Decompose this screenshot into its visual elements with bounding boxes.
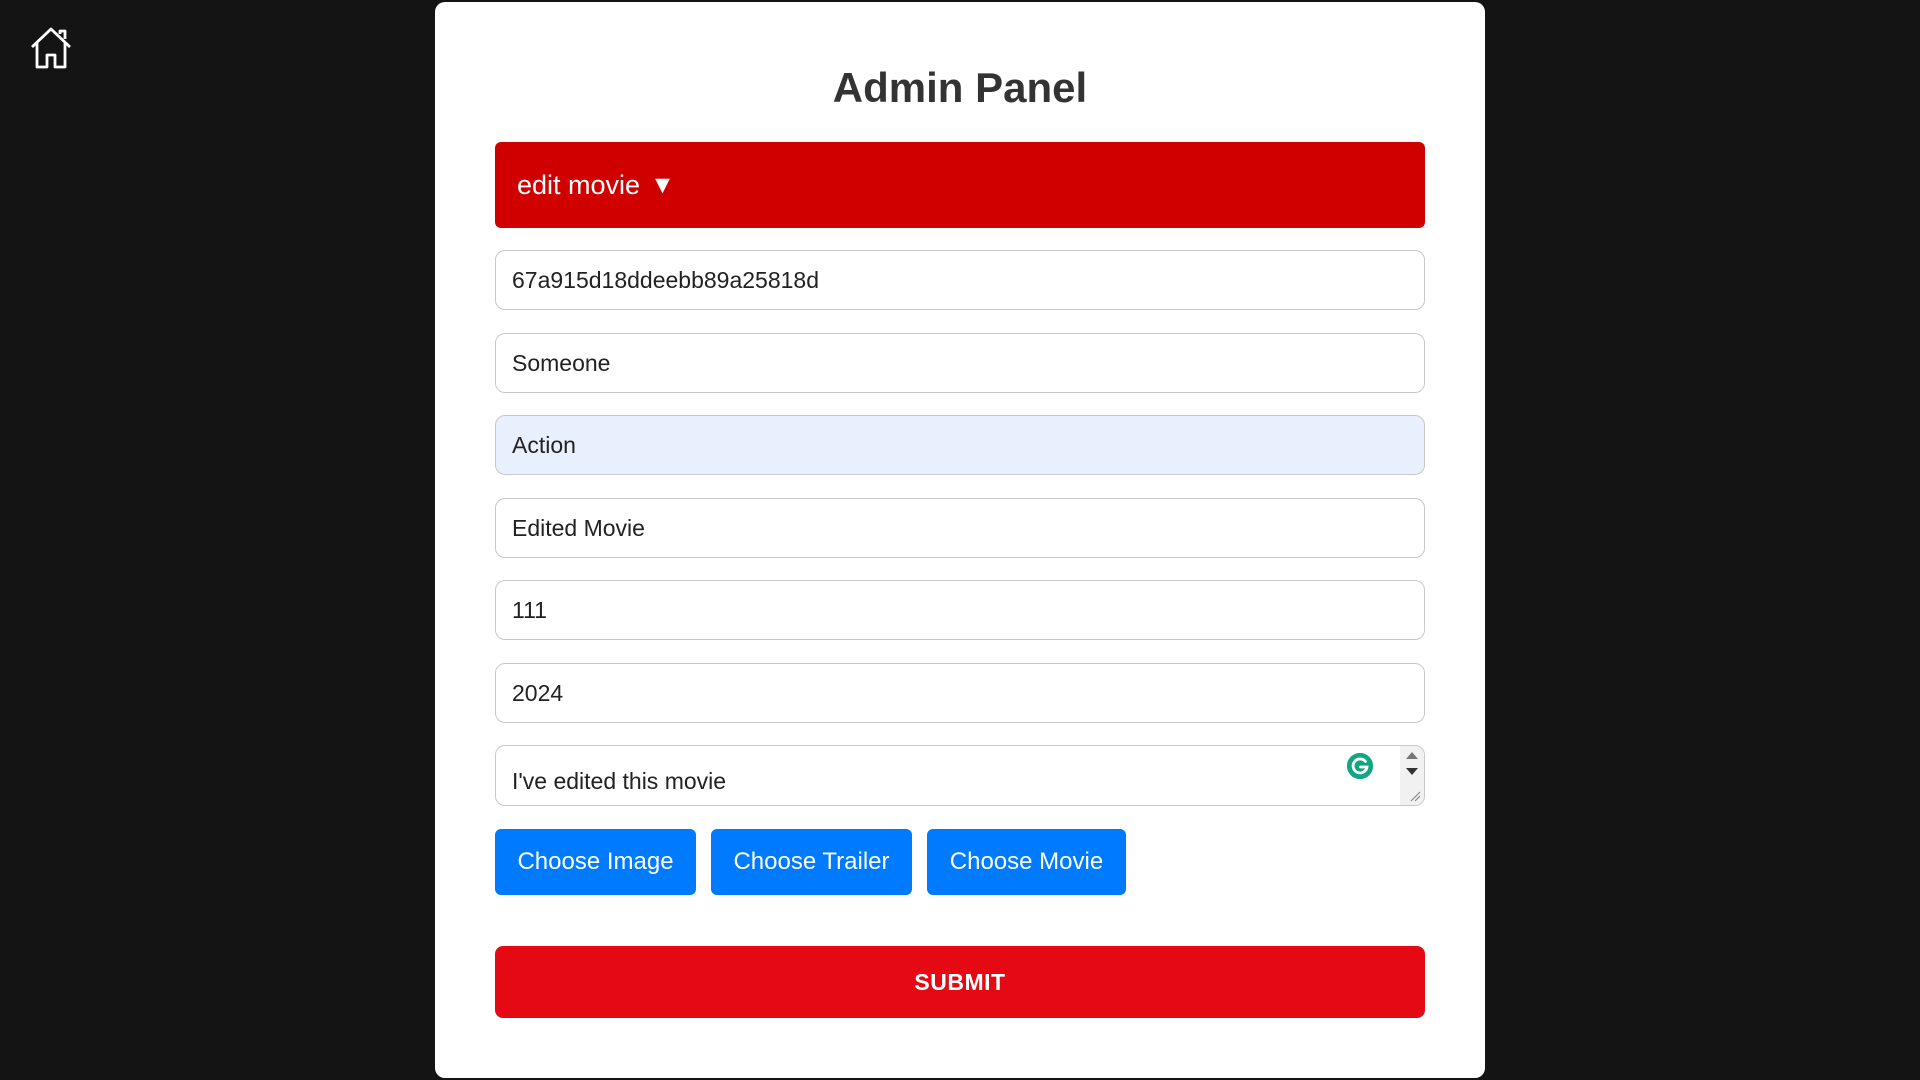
page-title: Admin Panel: [832, 64, 1088, 111]
genre-field[interactable]: [495, 415, 1425, 475]
choose-image-button[interactable]: Choose Image: [495, 829, 696, 895]
submit-button[interactable]: SUBMIT: [495, 946, 1425, 1018]
mode-dropdown-label: edit movie: [517, 169, 641, 200]
mode-dropdown[interactable]: edit movie ▼: [495, 142, 1425, 228]
home-icon: [28, 25, 74, 71]
title-field[interactable]: [495, 498, 1425, 558]
duration-field[interactable]: [495, 580, 1425, 640]
admin-panel: Admin Panel edit movie ▼ I've edited thi…: [435, 2, 1485, 1078]
movie-id-field[interactable]: [495, 250, 1425, 310]
description-text: I've edited this movie: [512, 768, 727, 794]
dropdown-arrow-icon: ▼: [650, 170, 675, 199]
description-textarea[interactable]: I've edited this movie: [495, 745, 1425, 806]
scroll-up-arrow-icon[interactable]: [1406, 752, 1418, 759]
resize-handle-icon[interactable]: [1409, 790, 1421, 802]
scroll-down-arrow-icon[interactable]: [1406, 768, 1418, 775]
grammarly-icon[interactable]: [1344, 750, 1376, 782]
year-field[interactable]: [495, 663, 1425, 723]
choose-trailer-button[interactable]: Choose Trailer: [711, 829, 912, 895]
choose-movie-button[interactable]: Choose Movie: [927, 829, 1126, 895]
director-field[interactable]: [495, 333, 1425, 393]
home-link[interactable]: [28, 25, 74, 71]
